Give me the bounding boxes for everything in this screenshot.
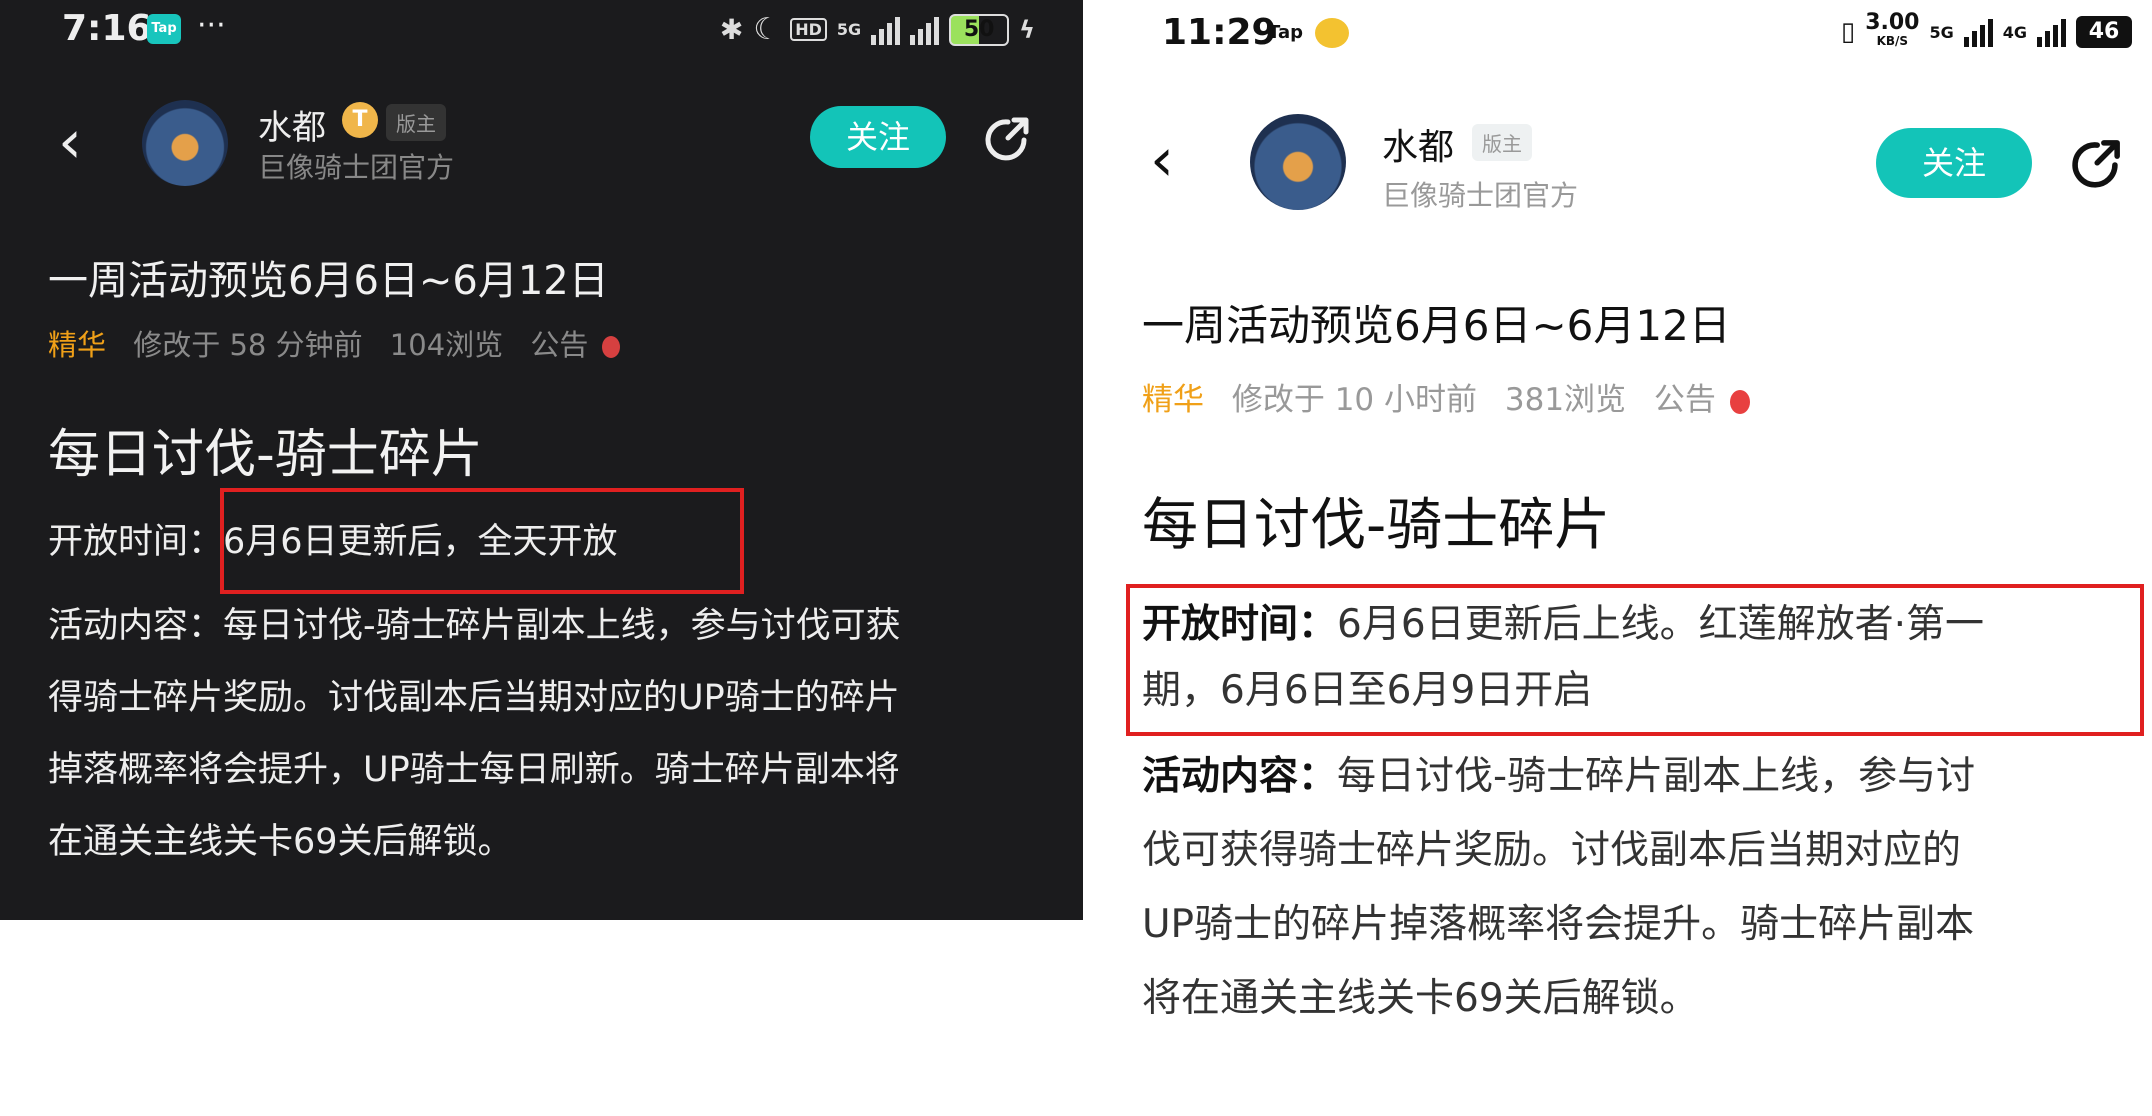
post-header: ‹ 水都 版主 巨像骑士团官方 关注 — [1110, 110, 2152, 220]
share-icon[interactable] — [2064, 134, 2126, 196]
status-bar: 7:16 Tap ··· ✱ ☾ HD 5G 50 ϟ — [0, 0, 1083, 60]
follow-button[interactable]: 关注 — [810, 106, 946, 168]
more-notifications-icon: ··· — [197, 8, 226, 43]
open-time-block: 开放时间：6月6日更新后上线。红莲解放者·第一 期，6月6日至6月9日开启 — [1142, 592, 1984, 724]
signal2-icon — [2037, 17, 2066, 47]
moon-icon: ☾ — [753, 12, 781, 47]
content-line: 伐可获得骑士碎片奖励。讨伐副本后当期对应的 — [1142, 828, 1962, 873]
avatar[interactable] — [1250, 114, 1346, 210]
taptap-icon: Tap — [147, 14, 181, 44]
content-line: 将在通关主线关卡69关后解锁。 — [1142, 976, 1699, 1021]
modified-time: 修改于 58 分钟前 — [133, 328, 363, 362]
follow-button[interactable]: 关注 — [1876, 128, 2032, 198]
signal2-icon — [910, 15, 940, 45]
share-icon[interactable] — [978, 112, 1034, 168]
bluetooth-icon: ✱ — [719, 13, 744, 46]
post-meta: 精华 修改于 10 小时前 381浏览 公告 — [1142, 374, 1750, 419]
post-title: 一周活动预览6月6日~6月12日 — [48, 258, 609, 304]
network-type-2: 4G — [2002, 22, 2027, 42]
section-heading: 每日讨伐-骑士碎片 — [1142, 493, 1611, 558]
content-line: 掉落概率将会提升，UP骑士每日刷新。骑士碎片副本将 — [48, 750, 900, 790]
highlight-box — [220, 488, 744, 594]
status-icons: ▯ 3.00 KB/S 5G 4G 46 — [1840, 10, 2132, 50]
hd-icon: HD — [790, 18, 827, 41]
status-time: 11:29 — [1162, 12, 1277, 53]
open-time-value: 6月6日更新后上线。红莲解放者·第一 — [1337, 602, 1985, 647]
dark-screenshot: 7:16 Tap ··· ✱ ☾ HD 5G 50 ϟ ‹ 水都 T 版主 巨像… — [0, 0, 1083, 920]
content-line: 在通关主线关卡69关后解锁。 — [48, 822, 513, 862]
charging-icon: ϟ — [1019, 15, 1035, 44]
content-label: 活动内容： — [1142, 754, 1338, 799]
modified-time: 修改于 10 小时前 — [1231, 382, 1478, 418]
balloon-icon — [601, 336, 620, 358]
post-header: ‹ 水都 T 版主 巨像骑士团官方 关注 — [0, 100, 1083, 200]
taptap-icon: Tap — [1268, 22, 1303, 43]
level-badge: T — [342, 102, 378, 138]
signal-icon — [1963, 17, 1993, 47]
open-time-label: 开放时间： — [48, 522, 224, 562]
back-icon[interactable]: ‹ — [58, 112, 82, 172]
post-title: 一周活动预览6月6日~6月12日 — [1142, 301, 1731, 350]
net-speed-unit: KB/S — [1876, 34, 1909, 48]
back-icon[interactable]: ‹ — [1150, 130, 1174, 190]
weibo-icon — [1315, 18, 1349, 48]
avatar[interactable] — [142, 100, 228, 186]
username[interactable]: 水都 — [1382, 118, 1454, 170]
user-org: 巨像骑士团官方 — [258, 151, 455, 184]
moderator-badge: 版主 — [1472, 124, 1532, 161]
signal-icon — [871, 15, 901, 45]
category-label[interactable]: 公告 — [1654, 382, 1716, 418]
net-speed: 3.00 KB/S — [1865, 10, 1920, 50]
status-icons: ✱ ☾ HD 5G 50 ϟ — [720, 12, 1035, 47]
content-line: UP骑士的碎片掉落概率将会提升。骑士碎片副本 — [1142, 902, 1975, 947]
status-bar: 11:29 Tap ▯ 3.00 KB/S 5G 4G 46 — [1110, 0, 2152, 60]
view-count: 104浏览 — [389, 328, 504, 362]
username[interactable]: 水都 — [258, 100, 326, 149]
battery-icon: 46 — [2076, 16, 2132, 48]
activity-content: 活动内容：每日讨伐-骑士碎片副本上线，参与讨 伐可获得骑士碎片奖励。讨伐副本后当… — [1142, 740, 1975, 1036]
user-org: 巨像骑士团官方 — [1382, 179, 1579, 212]
featured-tag: 精华 — [1142, 382, 1204, 418]
view-count: 381浏览 — [1504, 382, 1627, 418]
battery-icon: 50 — [949, 13, 1010, 46]
activity-content: 活动内容：每日讨伐-骑士碎片副本上线，参与讨伐可获 得骑士碎片奖励。讨伐副本后当… — [48, 590, 1068, 878]
content-line: 活动内容：每日讨伐-骑士碎片副本上线，参与讨 — [1142, 740, 1975, 814]
open-time-label: 开放时间： — [1142, 602, 1338, 647]
status-time: 7:16 — [62, 8, 152, 49]
vibrate-icon: ▯ — [1840, 17, 1856, 47]
post-meta: 精华 修改于 58 分钟前 104浏览 公告 — [48, 322, 620, 364]
section-heading: 每日讨伐-骑士碎片 — [48, 425, 483, 485]
network-type: 5G — [1929, 22, 1954, 42]
content-text: 每日讨伐-骑士碎片副本上线，参与讨 — [1337, 754, 1976, 799]
light-screenshot: 11:29 Tap ▯ 3.00 KB/S 5G 4G 46 ‹ 水都 版主 巨… — [1110, 0, 2152, 1116]
open-time-line-2: 期，6月6日至6月9日开启 — [1142, 668, 1593, 713]
moderator-badge: 版主 — [386, 104, 446, 141]
open-time-line: 开放时间：6月6日更新后上线。红莲解放者·第一 — [1142, 592, 1984, 658]
category-label[interactable]: 公告 — [530, 328, 588, 362]
balloon-icon — [1729, 389, 1750, 414]
net-speed-value: 3.00 — [1865, 10, 1920, 35]
content-line: 得骑士碎片奖励。讨伐副本后当期对应的UP骑士的碎片 — [48, 678, 900, 718]
content-line: 活动内容：每日讨伐-骑士碎片副本上线，参与讨伐可获 — [48, 606, 901, 646]
network-type: 5G — [836, 20, 862, 39]
featured-tag: 精华 — [48, 328, 107, 362]
